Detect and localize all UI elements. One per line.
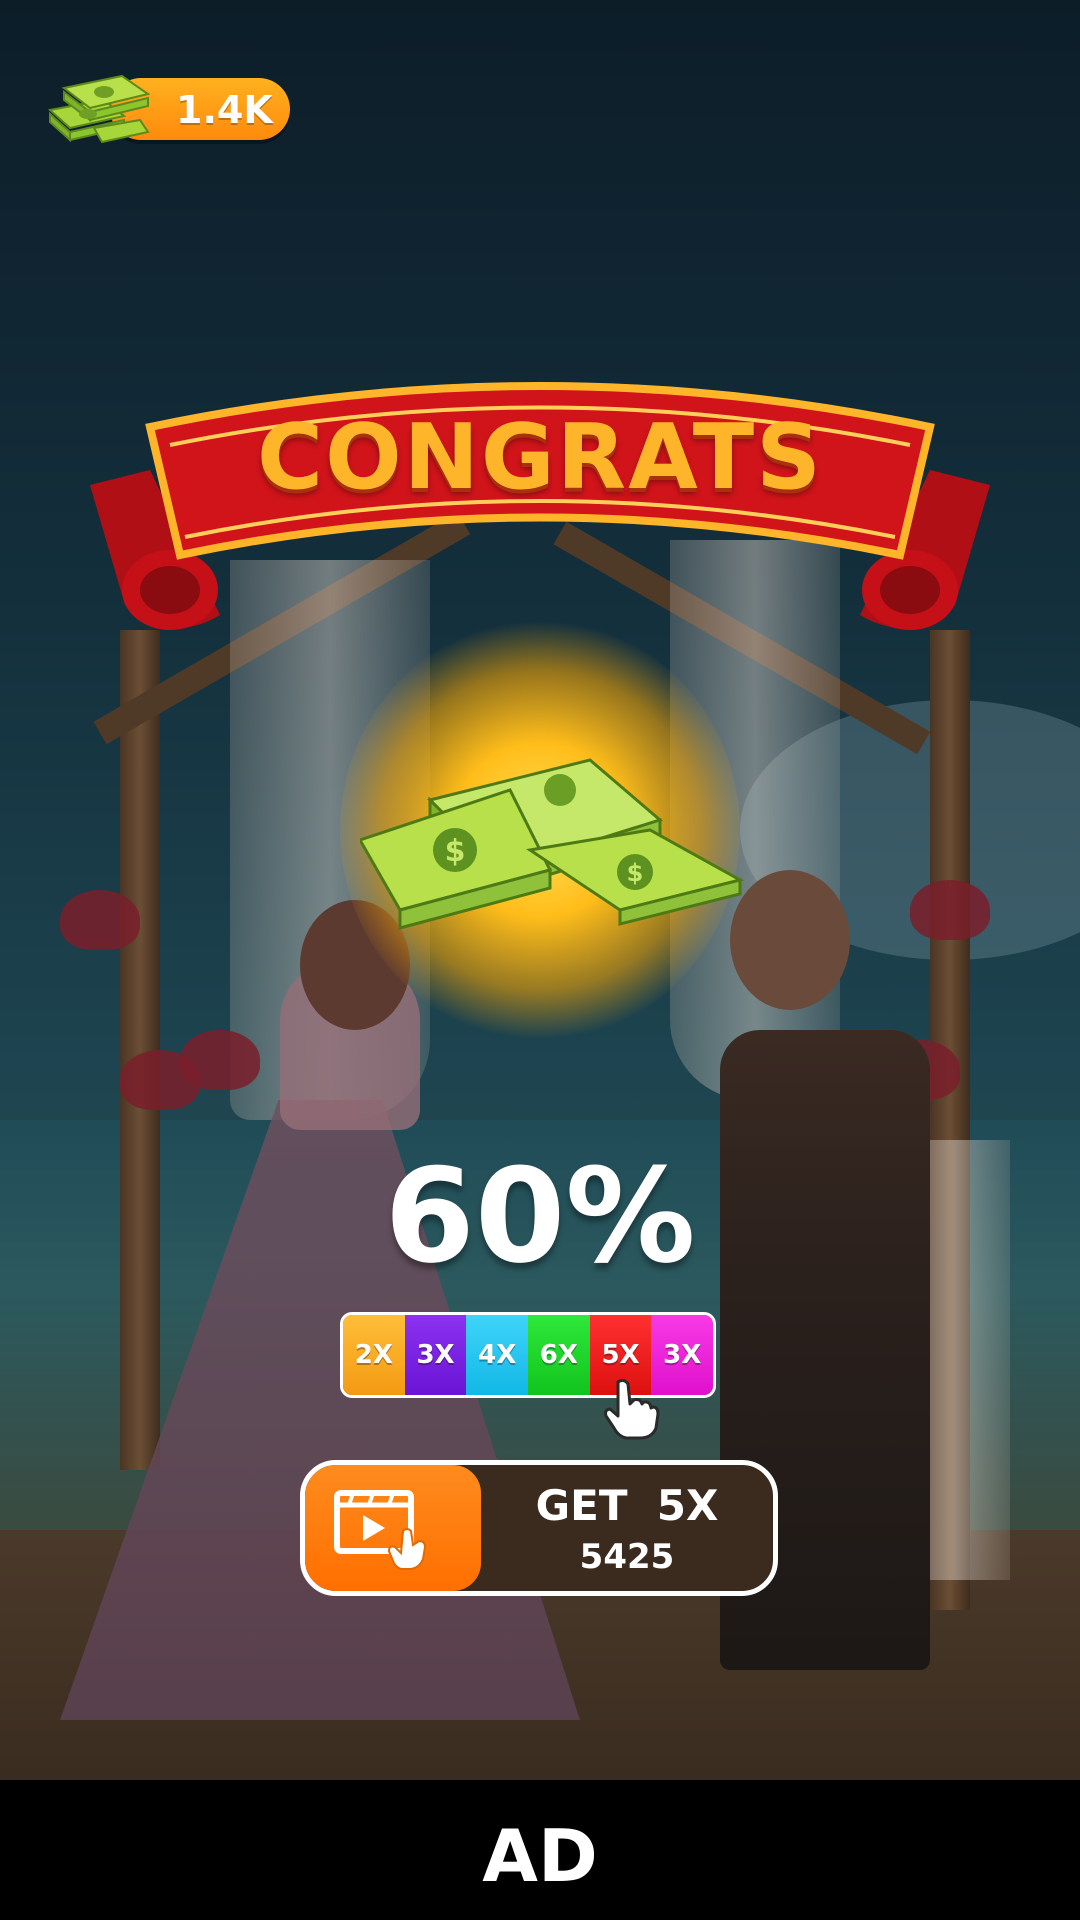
progress-percent: 60% xyxy=(384,1140,696,1292)
multiplier-segment: 3X xyxy=(651,1315,713,1395)
ad-banner[interactable]: AD xyxy=(0,1780,1080,1920)
multiplier-segment: 2X xyxy=(343,1315,405,1395)
get-button-label: GET 5X xyxy=(535,1481,719,1530)
hand-pointer-icon xyxy=(604,1378,660,1440)
watch-video-icon xyxy=(334,1490,427,1570)
flower-left-1 xyxy=(60,890,140,950)
multiplier-segment: 3X xyxy=(404,1315,467,1395)
get-multiplied-reward-button[interactable]: GET 5X 5425 xyxy=(300,1460,778,1596)
currency-amount: 1.4K xyxy=(176,88,273,132)
get-button-amount: 5425 xyxy=(579,1537,675,1577)
svg-text:$: $ xyxy=(445,834,466,869)
cash-stack-icon xyxy=(47,74,151,144)
video-icon-panel xyxy=(305,1465,481,1591)
ad-label: AD xyxy=(482,1814,598,1898)
flower-right-1 xyxy=(910,880,990,940)
multiplier-segment: 6X xyxy=(528,1315,590,1395)
money-pile-icon: $ $ xyxy=(360,758,745,930)
svg-text:$: $ xyxy=(627,859,644,887)
flower-left-3 xyxy=(180,1030,260,1090)
congrats-title: CONGRATS xyxy=(257,405,823,510)
multiplier-segment: 4X xyxy=(466,1315,529,1395)
